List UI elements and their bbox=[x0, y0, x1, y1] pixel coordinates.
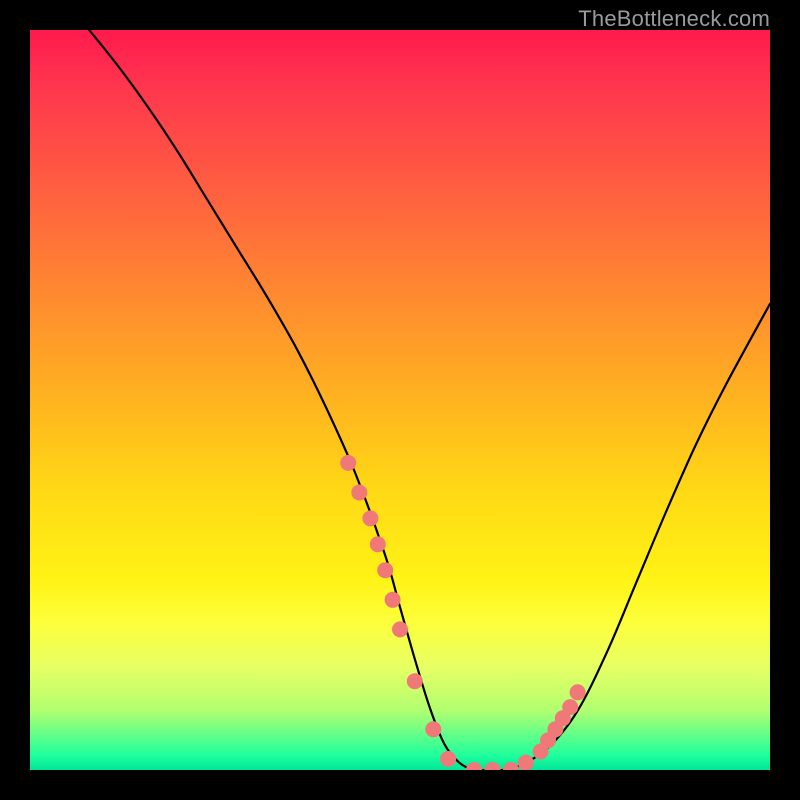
highlight-dot bbox=[440, 751, 456, 767]
highlight-dots-group bbox=[340, 455, 585, 770]
highlight-dot bbox=[485, 762, 501, 770]
chart-frame: TheBottleneck.com bbox=[0, 0, 800, 800]
watermark-text: TheBottleneck.com bbox=[578, 6, 770, 32]
highlight-dot bbox=[518, 755, 534, 770]
plot-area bbox=[30, 30, 770, 770]
highlight-dot bbox=[407, 673, 423, 689]
highlight-dot bbox=[362, 510, 378, 526]
highlight-dot bbox=[562, 699, 578, 715]
highlight-dot bbox=[340, 455, 356, 471]
bottleneck-curve-line bbox=[89, 30, 770, 770]
highlight-dot bbox=[392, 621, 408, 637]
highlight-dot bbox=[570, 684, 586, 700]
highlight-dot bbox=[466, 762, 482, 770]
highlight-dot bbox=[351, 485, 367, 501]
highlight-dot bbox=[370, 536, 386, 552]
chart-svg bbox=[30, 30, 770, 770]
highlight-dot bbox=[425, 721, 441, 737]
highlight-dot bbox=[385, 592, 401, 608]
highlight-dot bbox=[503, 762, 519, 770]
highlight-dot bbox=[377, 562, 393, 578]
